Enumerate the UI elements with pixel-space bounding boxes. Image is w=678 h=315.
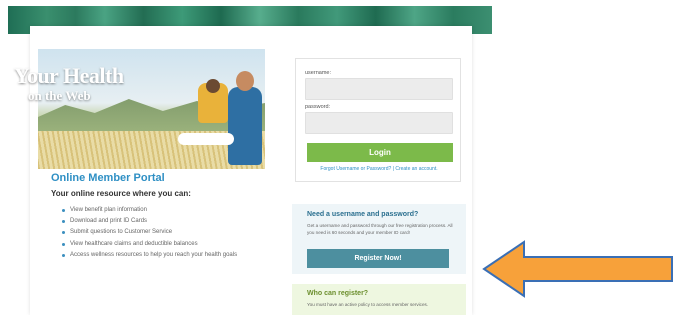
login-button[interactable]: Login	[307, 143, 453, 162]
register-now-button[interactable]: Register Now!	[307, 249, 449, 268]
feature-item: View healthcare claims and deductible ba…	[62, 239, 237, 250]
bullet-icon	[62, 220, 65, 224]
feature-item: View benefit plan information	[62, 205, 237, 216]
feature-item: Download and print ID Cards	[62, 216, 237, 227]
hero-legs	[178, 133, 234, 145]
arrow-left-icon	[482, 240, 673, 298]
feature-item-text: Download and print ID Cards	[70, 218, 148, 225]
hero-person-man-head	[236, 71, 254, 91]
portal-subtitle: Your online resource where you can:	[51, 189, 191, 198]
bullet-icon	[62, 209, 65, 212]
account-links: Forgot Username or Password? | Create an…	[296, 166, 462, 172]
bullet-icon	[62, 231, 65, 235]
feature-item: Access wellness resources to help you re…	[62, 250, 237, 261]
bullet-icon	[62, 253, 65, 257]
arrow-shape	[482, 240, 673, 298]
login-panel: username: password: Login Forgot Usernam…	[295, 58, 461, 182]
feature-item-text: View healthcare claims and deductible ba…	[70, 240, 198, 247]
password-label: password:	[305, 104, 331, 110]
username-label: username:	[305, 70, 331, 76]
password-field[interactable]	[305, 112, 453, 134]
who-title: Who can register?	[307, 290, 369, 297]
username-field[interactable]	[305, 78, 453, 100]
register-text: Get a username and password through our …	[307, 223, 453, 235]
bullet-icon	[62, 242, 65, 246]
hero-person-man	[228, 87, 262, 165]
create-account-link[interactable]: Create an account.	[395, 166, 437, 172]
register-box: Need a username and password? Get a user…	[292, 204, 466, 274]
hero-person-woman-head	[206, 79, 220, 93]
who-text: You must have an active policy to access…	[307, 302, 429, 307]
feature-list: View benefit plan information Download a…	[62, 205, 237, 261]
feature-item-text: Submit questions to Customer Service	[70, 229, 173, 236]
hero-title: Your Health	[14, 63, 124, 88]
forgot-credentials-link[interactable]: Forgot Username or Password?	[320, 166, 391, 172]
feature-item-text: View benefit plan information	[70, 207, 147, 213]
register-title: Need a username and password?	[307, 211, 419, 218]
feature-item-text: Access wellness resources to help you re…	[70, 251, 238, 258]
feature-item: Submit questions to Customer Service	[62, 227, 237, 238]
portal-title: Online Member Portal	[51, 172, 165, 184]
who-can-register-box: Who can register? You must have an activ…	[292, 284, 466, 315]
hero-subtitle: on the Web	[28, 88, 91, 103]
